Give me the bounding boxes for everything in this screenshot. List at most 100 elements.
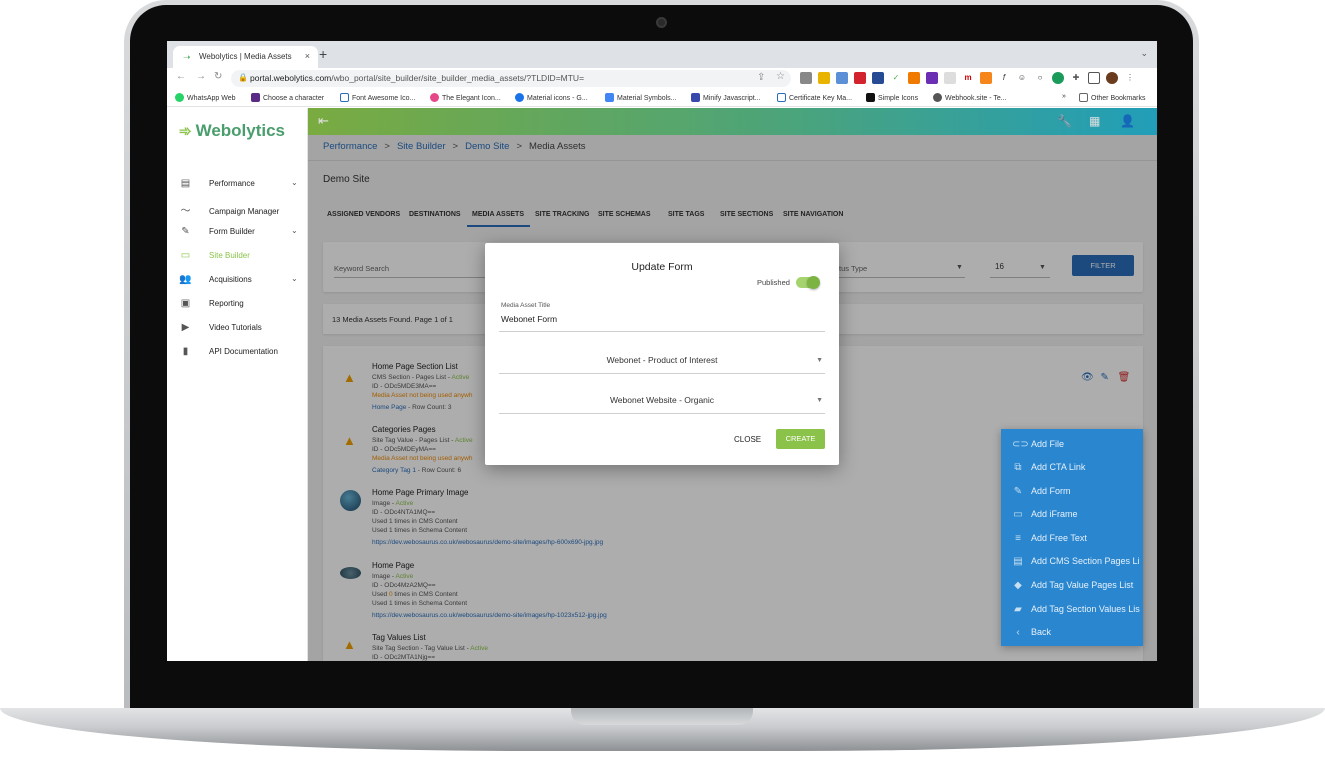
text-icon: ≡ bbox=[1015, 533, 1021, 544]
video-icon: ▶ bbox=[181, 322, 190, 333]
reload-icon[interactable]: ↻ bbox=[214, 71, 222, 82]
forward-arrow-icon[interactable]: → bbox=[196, 71, 206, 82]
more-menu-icon[interactable]: ⋮ bbox=[1124, 72, 1136, 84]
browser-tab-bar: ➝ Webolytics | Media Assets × + ⌄ bbox=[167, 41, 1157, 68]
lock-icon: 🔒 bbox=[238, 73, 248, 82]
select-underline bbox=[499, 413, 825, 414]
browser-toolbar: ← → ↻ 🔒 portal.webolytics.com/wbo_portal… bbox=[167, 68, 1157, 89]
address-bar[interactable]: 🔒 portal.webolytics.com/wbo_portal/site_… bbox=[231, 70, 791, 87]
chevron-down-icon: ▼ bbox=[816, 397, 823, 404]
menu-item-back[interactable]: ‹ Back bbox=[1012, 627, 1051, 638]
bookmark-item[interactable]: Simple Icons bbox=[866, 93, 918, 102]
extension-icon[interactable]: ☺ bbox=[1016, 72, 1028, 84]
material-icon bbox=[515, 93, 524, 102]
bookmark-item[interactable]: Material icons - G... bbox=[515, 93, 588, 102]
close-button[interactable]: CLOSE bbox=[734, 435, 761, 444]
extension-icon[interactable] bbox=[800, 72, 812, 84]
bookmark-item[interactable]: Choose a character bbox=[251, 93, 324, 102]
bookmark-item[interactable]: Webhook.site - Te... bbox=[933, 93, 1007, 102]
website-source-select[interactable]: Webonet Website - Organic ▼ bbox=[499, 395, 825, 405]
menu-item-add-form[interactable]: ✎ Add Form bbox=[1012, 486, 1071, 497]
bookmark-star-icon[interactable]: ☆ bbox=[776, 71, 785, 82]
folder-icon bbox=[1079, 93, 1088, 102]
select-underline bbox=[499, 373, 825, 374]
extension-icon[interactable] bbox=[926, 72, 938, 84]
menu-item-add-cms-section-pages-list[interactable]: ▤ Add CMS Section Pages Li bbox=[1012, 556, 1139, 567]
create-button[interactable]: CREATE bbox=[776, 429, 825, 449]
certificate-icon bbox=[777, 93, 786, 102]
extension-icon[interactable] bbox=[944, 72, 956, 84]
logo[interactable]: ➾ Webolytics bbox=[179, 121, 285, 141]
elegant-icon bbox=[430, 93, 439, 102]
list-icon: ▤ bbox=[1013, 556, 1023, 567]
url-domain: portal.webolytics.com bbox=[250, 73, 332, 83]
dashboard-icon: ▤ bbox=[180, 178, 191, 189]
simple-icons-icon bbox=[866, 93, 875, 102]
report-icon: ▣ bbox=[180, 298, 191, 309]
published-toggle[interactable] bbox=[796, 276, 820, 289]
menu-item-add-iframe[interactable]: ▭ Add iFrame bbox=[1012, 509, 1077, 520]
sidebar-item-site-builder[interactable]: ▭ Site Builder bbox=[179, 250, 250, 266]
media-asset-title-input[interactable]: Webonet Form bbox=[501, 314, 557, 324]
chevron-down-icon: ▼ bbox=[816, 357, 823, 364]
book-icon: ▮ bbox=[182, 346, 189, 357]
update-form-dialog: Update Form Published Media Asset Title … bbox=[485, 243, 839, 465]
sidebar-item-reporting[interactable]: ▣ Reporting bbox=[179, 298, 244, 314]
extension-icon[interactable] bbox=[854, 72, 866, 84]
back-arrow-icon[interactable]: ← bbox=[176, 71, 186, 82]
laptop-notch bbox=[571, 708, 753, 725]
browser-tab[interactable]: ➝ Webolytics | Media Assets × bbox=[173, 46, 318, 68]
other-bookmarks[interactable]: Other Bookmarks bbox=[1079, 93, 1145, 102]
extension-icon[interactable]: ○ bbox=[1034, 72, 1046, 84]
extension-icon[interactable]: m bbox=[962, 72, 974, 84]
whatsapp-icon bbox=[175, 93, 184, 102]
bookmark-item[interactable]: Minify Javascript... bbox=[691, 93, 761, 102]
menu-item-add-cta-link[interactable]: ⧉ Add CTA Link bbox=[1012, 462, 1085, 473]
media-asset-title-label: Media Asset Title bbox=[501, 302, 551, 309]
sidepanel-icon[interactable] bbox=[1088, 72, 1100, 84]
external-link-icon: ⧉ bbox=[1014, 462, 1022, 473]
sidebar-item-campaign-manager[interactable]: 〜 Campaign Manager bbox=[179, 202, 280, 218]
menu-item-add-free-text[interactable]: ≡ Add Free Text bbox=[1012, 533, 1087, 544]
metamask-icon[interactable] bbox=[980, 72, 992, 84]
sidebar-item-form-builder[interactable]: ✎ Form Builder ⌄ bbox=[179, 226, 297, 242]
bookmark-item[interactable]: The Elegant Icon... bbox=[430, 93, 501, 102]
webolytics-favicon-icon: ➝ bbox=[183, 52, 191, 62]
menu-item-add-tag-value-pages-list[interactable]: ◆ Add Tag Value Pages List bbox=[1012, 580, 1133, 591]
extension-icon[interactable] bbox=[818, 72, 830, 84]
camera-icon bbox=[656, 17, 667, 28]
trend-icon: 〜 bbox=[180, 206, 191, 217]
tab-close-icon[interactable]: × bbox=[305, 51, 310, 61]
extension-icon[interactable]: f bbox=[998, 72, 1010, 84]
sidebar-item-video-tutorials[interactable]: ▶ Video Tutorials bbox=[179, 322, 262, 338]
bookmark-item[interactable]: Material Symbols... bbox=[605, 93, 677, 102]
share-icon[interactable]: ⇪ bbox=[757, 72, 765, 83]
logo-arrow-icon: ➾ bbox=[179, 123, 192, 140]
material-symbols-icon bbox=[605, 93, 614, 102]
extension-icon[interactable] bbox=[908, 72, 920, 84]
extension-icon[interactable] bbox=[1052, 72, 1064, 84]
sidebar-item-api-documentation[interactable]: ▮ API Documentation bbox=[179, 346, 278, 362]
bookmark-item[interactable]: Certificate Key Ma... bbox=[777, 93, 852, 102]
people-icon: 👥 bbox=[179, 274, 192, 285]
dialog-title: Update Form bbox=[631, 261, 693, 273]
bookmark-item[interactable]: WhatsApp Web bbox=[175, 93, 236, 102]
bookmarks-overflow[interactable]: » bbox=[1062, 93, 1066, 100]
menu-item-add-file[interactable]: ⊂⊃ Add File bbox=[1012, 439, 1064, 450]
chevron-down-icon: ⌄ bbox=[291, 226, 298, 235]
avatar[interactable] bbox=[1106, 72, 1118, 84]
toggle-knob bbox=[807, 276, 820, 289]
sidebar-item-acquisitions[interactable]: 👥 Acquisitions ⌄ bbox=[179, 274, 297, 290]
new-tab-button[interactable]: + bbox=[319, 46, 327, 62]
product-of-interest-select[interactable]: Webonet - Product of Interest ▼ bbox=[499, 355, 825, 365]
modal-backdrop-top bbox=[308, 108, 1157, 135]
extension-icon[interactable] bbox=[836, 72, 848, 84]
bookmark-item[interactable]: Font Awesome Ico... bbox=[340, 93, 415, 102]
menu-item-add-tag-section-values-list[interactable]: ▰ Add Tag Section Values Lis bbox=[1012, 604, 1140, 615]
form-icon: ✎ bbox=[1013, 486, 1023, 497]
sidebar-item-performance[interactable]: ▤ Performance ⌄ bbox=[179, 178, 298, 194]
extension-icon[interactable] bbox=[872, 72, 884, 84]
tab-search-icon[interactable]: ⌄ bbox=[1140, 48, 1148, 59]
extension-icon[interactable]: ✓ bbox=[890, 72, 902, 84]
puzzle-icon[interactable]: ✚ bbox=[1070, 72, 1082, 84]
